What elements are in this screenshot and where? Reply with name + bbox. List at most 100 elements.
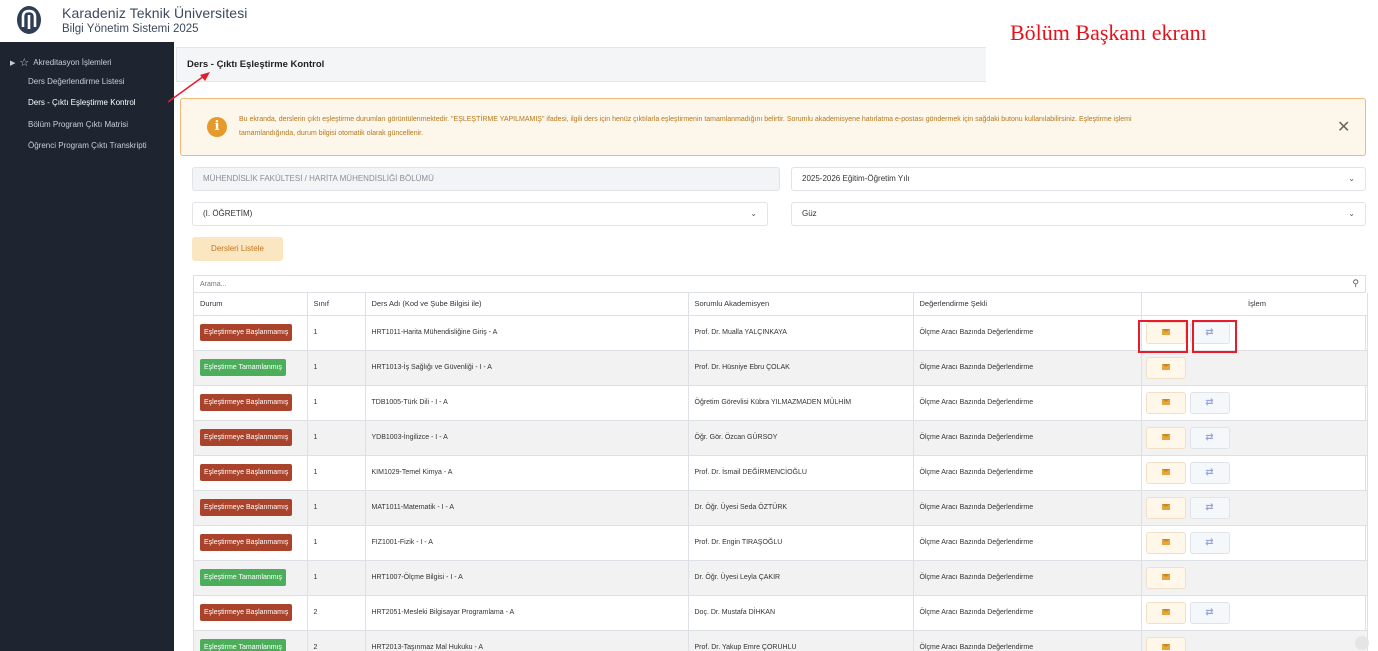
course-cell: KIM1029-Temel Kimya - A — [365, 455, 689, 491]
mapping-button[interactable]: ⇄ — [1189, 426, 1230, 449]
table-header-row: Durum Sınıf Ders Adı (Kod ve Şube Bilgis… — [194, 293, 1368, 316]
sidebar-item-program-outcome-matrix[interactable]: Bölüm Program Çıktı Matrisi — [28, 120, 174, 129]
page-title: Ders - Çıktı Eşleştirme Kontrol — [187, 59, 325, 70]
send-reminder-button[interactable] — [1145, 496, 1186, 519]
action-cell: ⇄ — [1141, 595, 1368, 631]
lecturer-cell: Prof. Dr. Mualla YALÇINKAYA — [688, 315, 914, 351]
table-row: Eşleştirme Tamamlanmış 1 HRT1007-Ölçme B… — [194, 560, 1368, 596]
course-cell: MAT1011-Matematik - I - A — [365, 490, 689, 526]
status-badge: Eşleştirmeye Başlanmamış — [200, 604, 293, 621]
highlight-box-mail — [1138, 320, 1188, 353]
table-row: Eşleştirmeye Başlanmamış 1 MAT1011-Matem… — [194, 490, 1368, 526]
mapping-button[interactable]: ⇄ — [1189, 461, 1230, 484]
send-reminder-button[interactable] — [1145, 531, 1186, 554]
lecturer-cell: Dr. Öğr. Üyesi Leyla ÇAKIR — [688, 560, 914, 596]
status-badge: Eşleştirme Tamamlanmış — [200, 569, 287, 586]
mapping-button[interactable]: ⇄ — [1189, 496, 1230, 519]
search-icon[interactable]: ⚲ — [1352, 278, 1359, 289]
column-header-course[interactable]: Ders Adı (Kod ve Şube Bilgisi ile) — [365, 293, 689, 316]
lecturer-cell: Dr. Öğr. Üyesi Seda ÖZTÜRK — [688, 490, 914, 526]
university-logo-icon — [17, 6, 41, 34]
close-icon[interactable]: ✕ — [1337, 117, 1350, 137]
class-cell: 2 — [307, 630, 366, 651]
sidebar-section-accreditation[interactable]: ▶ ☆ Akreditasyon İşlemleri — [10, 56, 112, 69]
chevron-down-icon: ⌄ — [750, 209, 757, 218]
send-reminder-button[interactable] — [1145, 636, 1186, 651]
send-reminder-button[interactable] — [1145, 391, 1186, 414]
lecturer-cell: Öğretim Görevlisi Kübra YILMAZMADEN MÜLH… — [688, 385, 914, 421]
envelope-icon — [1161, 363, 1170, 370]
table-row: Eşleştirmeye Başlanmamış 1 KIM1029-Temel… — [194, 455, 1368, 491]
envelope-icon — [1161, 608, 1170, 615]
alert-line-1: Bu ekranda, derslerin çıktı eşleştirme d… — [239, 116, 1132, 123]
envelope-icon — [1161, 573, 1170, 580]
status-cell: Eşleştirmeye Başlanmamış — [194, 490, 308, 526]
status-cell: Eşleştirmeye Başlanmamış — [194, 385, 308, 421]
course-cell: HRT2013-Taşınmaz Mal Hukuku - A — [365, 630, 689, 651]
mapping-icon: ⇄ — [1205, 396, 1214, 408]
table-body: Eşleştirmeye Başlanmamış 1 HRT1011-Harit… — [194, 315, 1368, 651]
sidebar: ▶ ☆ Akreditasyon İşlemleri Ders Değerlen… — [0, 42, 174, 651]
mapping-button[interactable]: ⇄ — [1189, 531, 1230, 554]
mapping-button[interactable]: ⇄ — [1189, 391, 1230, 414]
table-row: Eşleştirmeye Başlanmamış 1 YDB1003-İngil… — [194, 420, 1368, 456]
envelope-icon — [1161, 398, 1170, 405]
column-header-method[interactable]: Değerlendirme Şekli — [913, 293, 1142, 316]
course-cell: HRT2051-Mesleki Bilgisayar Programlama -… — [365, 595, 689, 631]
university-name: Karadeniz Teknik Üniversitesi — [62, 5, 248, 21]
year-value: 2025-2026 Eğitim-Öğretim Yılı — [802, 174, 910, 183]
send-reminder-button[interactable] — [1145, 356, 1186, 379]
method-cell: Ölçme Aracı Bazında Değerlendirme — [913, 315, 1142, 351]
sidebar-item-student-transcript[interactable]: Öğrenci Program Çıktı Transkripti — [28, 141, 174, 150]
status-cell: Eşleştirme Tamamlanmış — [194, 350, 308, 386]
column-header-lecturer[interactable]: Sorumlu Akademisyen — [688, 293, 914, 316]
column-header-class[interactable]: Sınıf — [307, 293, 366, 316]
send-reminder-button[interactable] — [1145, 566, 1186, 589]
course-cell: YDB1003-İngilizce - I - A — [365, 420, 689, 456]
course-cell: TDB1005-Türk Dili - I - A — [365, 385, 689, 421]
caret-right-icon: ▶ — [10, 59, 16, 67]
lecturer-cell: Prof. Dr. Hüsniye Ebru ÇOLAK — [688, 350, 914, 386]
info-alert: i Bu ekranda, derslerin çıktı eşleştirme… — [180, 98, 1366, 156]
course-cell: FIZ1001-Fizik - I - A — [365, 525, 689, 561]
program-select[interactable]: (I. ÖĞRETİM) ⌄ — [192, 202, 768, 226]
mapping-icon: ⇄ — [1205, 431, 1214, 443]
send-reminder-button[interactable] — [1145, 426, 1186, 449]
mapping-button[interactable]: ⇄ — [1189, 601, 1230, 624]
class-cell: 1 — [307, 490, 366, 526]
term-select[interactable]: Güz ⌄ — [791, 202, 1366, 226]
status-badge: Eşleştirme Tamamlanmış — [200, 359, 287, 376]
send-reminder-button[interactable] — [1145, 601, 1186, 624]
status-badge: Eşleştirmeye Başlanmamış — [200, 499, 293, 516]
method-cell: Ölçme Aracı Bazında Değerlendirme — [913, 420, 1142, 456]
sidebar-item-course-outcome-mapping[interactable]: Ders - Çıktı Eşleştirme Kontrol — [28, 98, 174, 107]
column-header-status[interactable]: Durum — [194, 293, 308, 316]
send-reminder-button[interactable] — [1145, 461, 1186, 484]
action-cell: ⇄ — [1141, 490, 1368, 526]
class-cell: 1 — [307, 350, 366, 386]
list-courses-button[interactable]: Dersleri Listele — [192, 237, 283, 261]
action-cell: ⇄ — [1141, 385, 1368, 421]
course-cell: HRT1007-Ölçme Bilgisi - I - A — [365, 560, 689, 596]
lecturer-cell: Prof. Dr. Yakup Emre ÇORUHLU — [688, 630, 914, 651]
status-cell: Eşleştirmeye Başlanmamış — [194, 315, 308, 351]
status-cell: Eşleştirmeye Başlanmamış — [194, 525, 308, 561]
mapping-icon: ⇄ — [1205, 606, 1214, 618]
class-cell: 1 — [307, 525, 366, 561]
year-select[interactable]: 2025-2026 Eğitim-Öğretim Yılı ⌄ — [791, 167, 1366, 191]
sidebar-item-course-evaluation[interactable]: Ders Değerlendirme Listesi — [28, 77, 174, 86]
status-badge: Eşleştirmeye Başlanmamış — [200, 429, 293, 446]
status-badge: Eşleştirme Tamamlanmış — [200, 639, 287, 651]
status-cell: Eşleştirme Tamamlanmış — [194, 560, 308, 596]
search-input[interactable] — [194, 276, 1365, 292]
status-cell: Eşleştirmeye Başlanmamış — [194, 455, 308, 491]
envelope-icon — [1161, 433, 1170, 440]
class-cell: 1 — [307, 385, 366, 421]
class-cell: 1 — [307, 315, 366, 351]
course-cell: HRT1013-İş Sağlığı ve Güvenliği - I - A — [365, 350, 689, 386]
courses-table: ⚲ Durum Sınıf Ders Adı (Kod ve Şube Bilg… — [193, 275, 1368, 651]
scroll-to-top-button[interactable] — [1355, 636, 1369, 650]
faculty-value: MÜHENDİSLİK FAKÜLTESİ / HARİTA MÜHENDİSL… — [203, 174, 434, 183]
status-cell: Eşleştirmeye Başlanmamış — [194, 420, 308, 456]
table-row: Eşleştirmeye Başlanmamış 1 FIZ1001-Fizik… — [194, 525, 1368, 561]
